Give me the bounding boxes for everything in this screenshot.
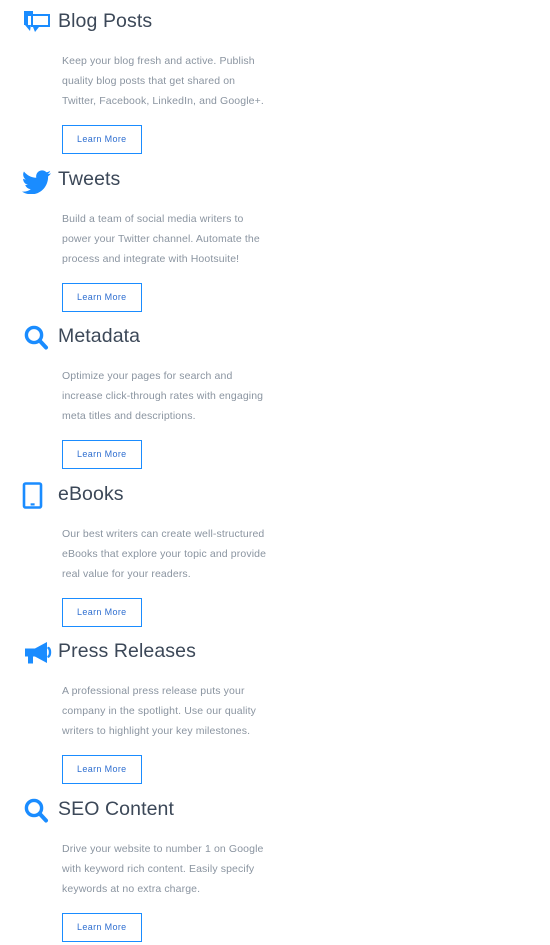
magnifier-search-icon [22, 321, 58, 355]
service-card-facebook-posts: Facebook Posts A steady stream of Facebo… [283, 164, 550, 322]
service-card-metadata: Metadata Optimize your pages for search … [0, 321, 283, 479]
service-card-ebooks: eBooks Our best writers can create well-… [0, 479, 283, 637]
learn-more-button[interactable]: Learn More [62, 597, 142, 627]
service-card-seo-content: SEO Content Drive your website to number… [0, 794, 283, 945]
card-title: Press Releases [58, 640, 196, 662]
card-description: Keep your blog fresh and active. Publish… [62, 55, 264, 107]
learn-more-button[interactable]: Learn More [62, 912, 142, 942]
learn-more-button[interactable]: Learn More [62, 755, 142, 784]
service-card-website-content: Website Content Use our website content … [283, 321, 550, 479]
card-description: Drive your website to number 1 on Google… [62, 842, 264, 895]
card-title: Blog Posts [58, 10, 153, 32]
service-card-newsletters: Newsletters If you have a daily, weekly,… [283, 636, 550, 794]
card-description: A professional press release puts your c… [62, 685, 257, 737]
card-header: Press Releases [22, 636, 283, 672]
tablet-ereader-icon [22, 479, 58, 513]
service-card-press-releases: Press Releases A professional press rele… [0, 636, 283, 794]
card-description: Optimize your pages for search and incre… [62, 370, 264, 422]
card-title: eBooks [58, 482, 124, 505]
learn-more-button[interactable]: Learn More [62, 440, 142, 469]
card-header: Tweets [22, 164, 283, 200]
card-header: Blog Posts [22, 6, 283, 42]
card-header: SEO Content [22, 794, 283, 830]
card-description: Build a team of social media writers to … [62, 212, 260, 265]
card-title: SEO Content [58, 797, 174, 820]
service-card-tweets: Tweets Build a team of social media writ… [0, 164, 283, 322]
card-header: Metadata [22, 321, 283, 357]
service-card-blog-posts: Blog Posts Keep your blog fresh and acti… [0, 6, 283, 164]
services-grid: Blog Posts Keep your blog fresh and acti… [0, 0, 550, 945]
learn-more-button[interactable]: Learn More [62, 125, 142, 154]
magnifier-search-icon [22, 794, 58, 828]
megaphone-icon [22, 636, 58, 670]
card-title: Tweets [58, 167, 121, 190]
service-card-product-descriptions: Product Descriptions Create new product … [283, 6, 550, 164]
service-card-white-papers: White Papers Tell us what you need and w… [283, 479, 550, 637]
learn-more-button[interactable]: Learn More [62, 282, 142, 312]
card-header: eBooks [22, 479, 283, 515]
blog-comment-icon [22, 6, 58, 40]
twitter-bird-icon [22, 164, 58, 198]
card-title: Metadata [58, 325, 141, 347]
card-description: Our best writers can create well-structu… [62, 527, 267, 580]
